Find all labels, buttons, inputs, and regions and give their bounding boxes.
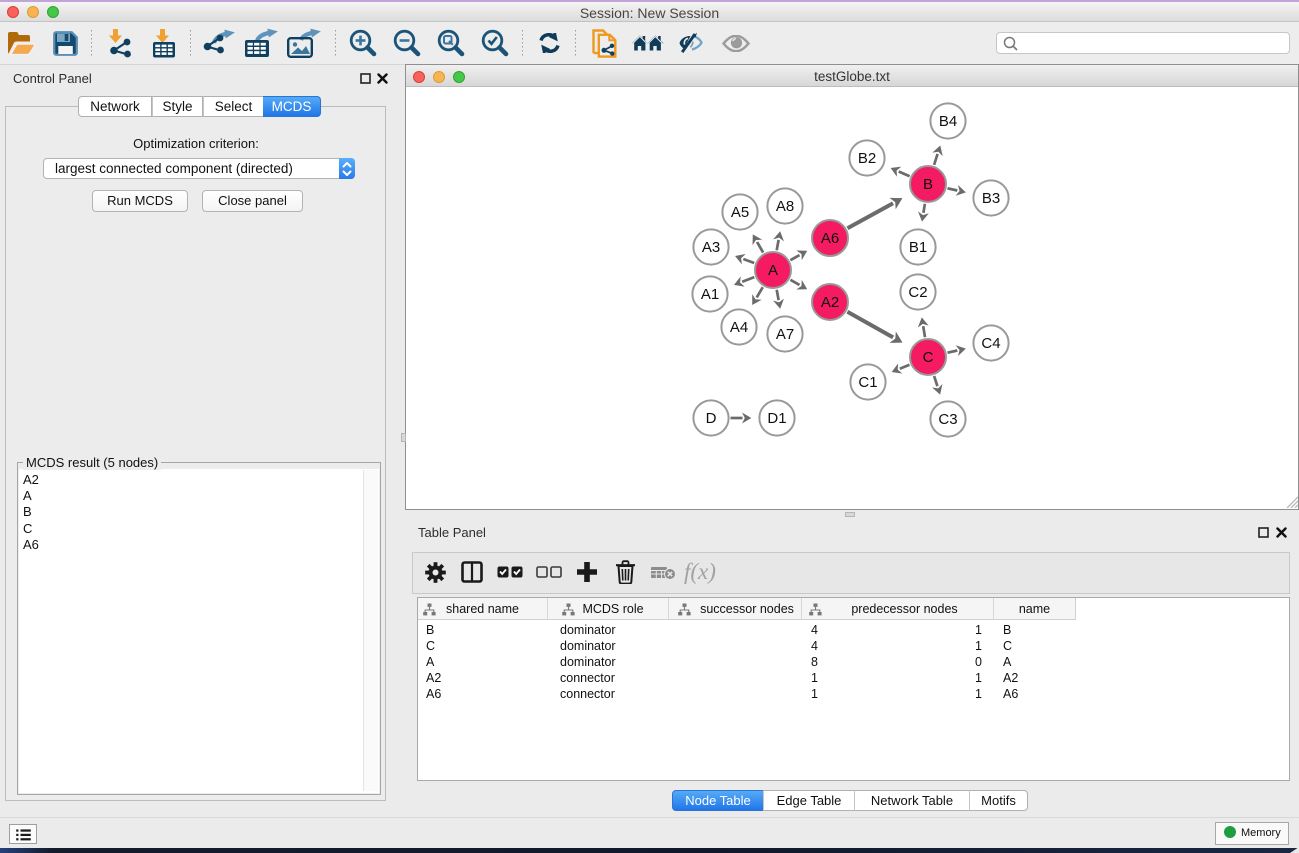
svg-text:A: A (768, 262, 778, 279)
svg-text:A3: A3 (702, 239, 720, 256)
svg-text:A2: A2 (821, 294, 839, 311)
svg-text:A8: A8 (776, 198, 794, 215)
svg-text:C4: C4 (981, 335, 1000, 352)
svg-text:D: D (706, 410, 717, 427)
svg-text:A1: A1 (701, 286, 719, 303)
svg-text:B2: B2 (858, 150, 876, 167)
svg-text:A7: A7 (776, 326, 794, 343)
svg-text:B1: B1 (909, 239, 927, 256)
svg-text:D1: D1 (767, 410, 786, 427)
svg-text:C1: C1 (858, 374, 877, 391)
svg-text:A4: A4 (730, 319, 748, 336)
svg-text:A5: A5 (731, 204, 749, 221)
svg-text:C2: C2 (908, 284, 927, 301)
svg-text:C3: C3 (938, 411, 957, 428)
svg-text:C: C (923, 349, 934, 366)
svg-text:A6: A6 (821, 230, 839, 247)
svg-text:B: B (923, 176, 933, 193)
svg-text:B4: B4 (939, 113, 957, 130)
svg-text:B3: B3 (982, 190, 1000, 207)
